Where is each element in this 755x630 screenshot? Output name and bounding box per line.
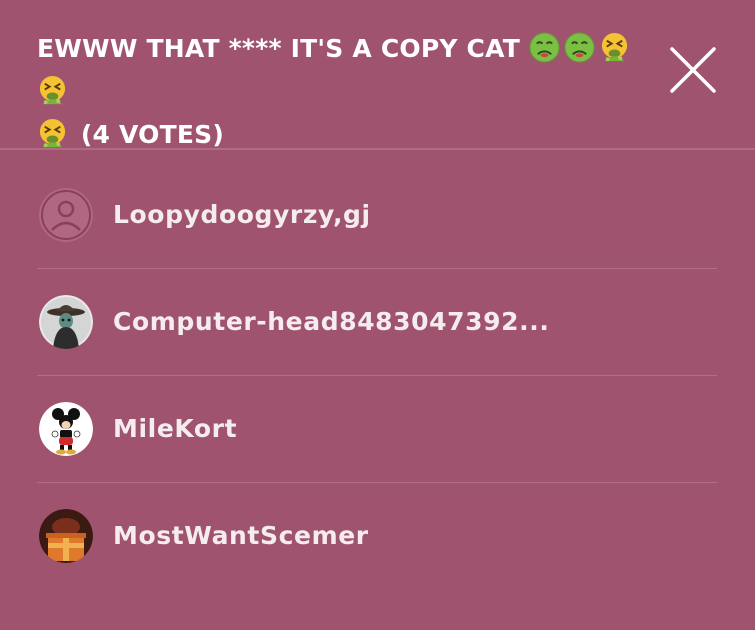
close-icon — [670, 47, 716, 93]
voter-list: Loopydoogyrzy,gj Computer-head8483047392… — [37, 162, 717, 589]
voter-row[interactable]: Loopydoogyrzy,gj — [37, 162, 717, 269]
default-avatar-icon — [39, 188, 93, 242]
modal-header: EWWW THAT **** IT'S A COPY CAT (4 VOTES) — [0, 0, 755, 149]
vote-title: EWWW THAT **** IT'S A COPY CAT (4 VOTES) — [37, 27, 657, 156]
voter-username: MostWantScemer — [113, 521, 369, 550]
hat-character-avatar — [39, 295, 93, 349]
vomiting-face-icon — [37, 75, 68, 106]
close-button[interactable] — [668, 45, 718, 95]
voter-username: Loopydoogyrzy,gj — [113, 200, 371, 229]
vomiting-face-icon — [37, 118, 68, 149]
vomiting-face-icon — [599, 32, 630, 63]
title-text: EWWW THAT **** IT'S A COPY CAT — [37, 34, 520, 63]
voter-row[interactable]: MostWantScemer — [37, 483, 717, 589]
nauseated-face-icon — [529, 32, 560, 63]
header-divider — [0, 148, 755, 150]
vote-count: (4 VOTES) — [80, 120, 224, 149]
voter-row[interactable]: MileKort — [37, 376, 717, 483]
gift-box-avatar — [39, 509, 93, 563]
voter-row[interactable]: Computer-head8483047392... — [37, 269, 717, 376]
voter-username: Computer-head8483047392... — [113, 307, 550, 336]
nauseated-face-icon — [564, 32, 595, 63]
mouse-character-avatar — [39, 402, 93, 456]
voter-username: MileKort — [113, 414, 238, 443]
